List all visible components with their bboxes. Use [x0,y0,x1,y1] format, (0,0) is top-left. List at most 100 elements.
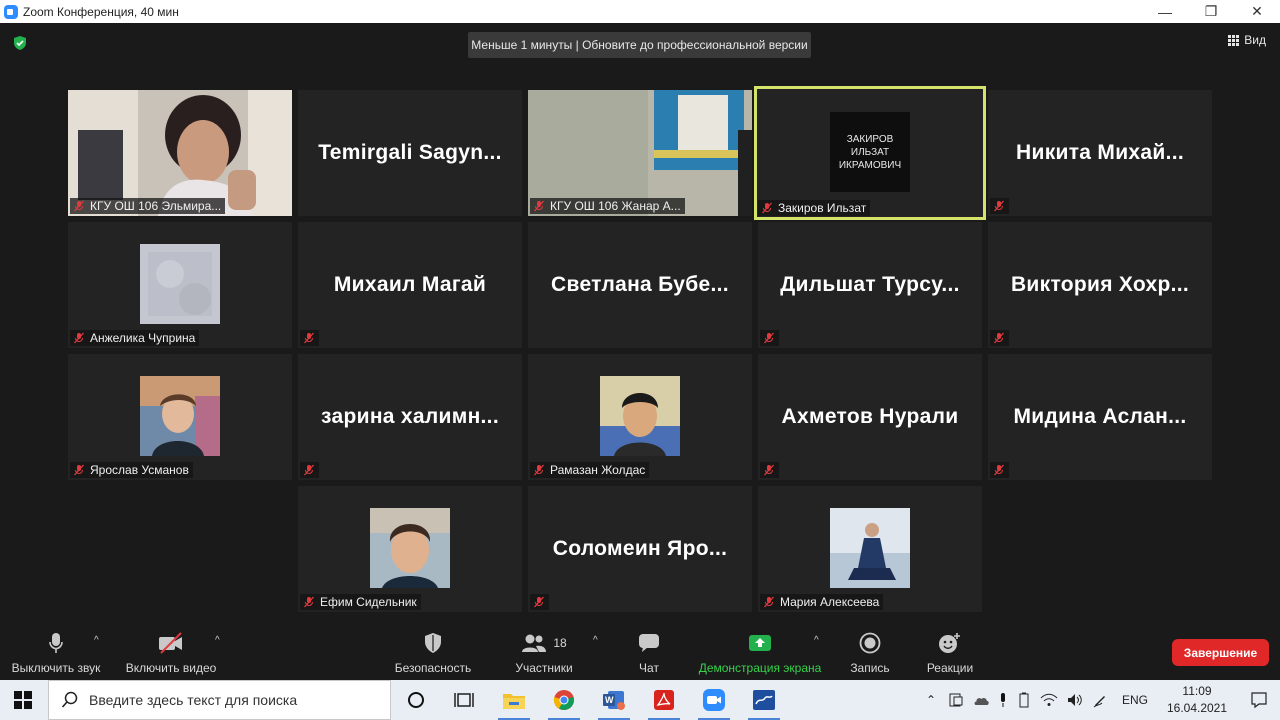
start-video-button[interactable]: Включить видео [124,625,218,680]
acrobat-icon[interactable] [642,680,686,720]
reaction-emoji-icon [939,633,960,653]
participant-name-tag [530,594,549,610]
participant-display-name: Дильшат Турсу... [780,273,960,296]
close-button[interactable]: ✕ [1234,0,1280,23]
participant-tile[interactable]: Светлана Бубе... [528,222,752,348]
word-icon[interactable]: W [592,680,636,720]
participant-name-tag: КГУ ОШ 106 Эльмира... [70,198,226,214]
participants-label: Участники [515,661,573,675]
participant-tile[interactable]: Ахметов Нурали [758,354,982,480]
reactions-button[interactable]: Реакции [924,625,976,680]
participant-tile[interactable]: Ярослав Усманов [68,354,292,480]
grid-view-icon [1228,34,1240,46]
security-button[interactable]: Безопасность [392,625,474,680]
chat-icon [639,634,659,652]
chat-button[interactable]: Чат [630,625,668,680]
mic-muted-icon [762,202,772,214]
taskbar-clock[interactable]: 11:09 16.04.2021 [1162,683,1232,717]
participant-tile[interactable]: Анжелика Чуприна [68,222,292,348]
video-label: Включить видео [125,661,217,675]
tray-expand-icon[interactable]: ⌃ [922,693,940,707]
pen-icon[interactable] [1092,692,1108,708]
participant-name-tag: КГУ ОШ 106 Жанар А... [530,198,685,214]
view-label: Вид [1244,33,1266,47]
security-shield-icon[interactable] [12,35,28,51]
volume-icon[interactable] [1066,692,1084,708]
mic-muted-icon [74,332,84,344]
participant-name: Ярослав Усманов [90,463,189,477]
share-screen-button[interactable]: Демонстрация экрана [696,625,824,680]
clock-date: 16.04.2021 [1166,701,1228,715]
participant-tile[interactable]: Дильшат Турсу... [758,222,982,348]
whiteboard-icon[interactable] [742,680,786,720]
participant-name: Мария Алексеева [780,595,880,609]
windows-start-icon[interactable] [14,691,32,709]
video-options-caret[interactable]: ^ [215,635,220,646]
onedrive-icon[interactable] [972,693,990,707]
participant-name-tag [990,462,1009,478]
participant-tile[interactable]: Виктория Хохр... [988,222,1212,348]
participant-tile[interactable]: КГУ ОШ 106 Эльмира... [68,90,292,216]
mic-muted-icon [534,596,544,608]
participant-tile[interactable]: зарина халимн... [298,354,522,480]
maximize-button[interactable]: ❐ [1188,0,1234,23]
participant-tile[interactable]: Рамазан Жолдас [528,354,752,480]
notifications-icon[interactable] [1250,691,1268,709]
mic-muted-icon [74,464,84,476]
cortana-icon[interactable] [394,680,438,720]
tray-app-icon[interactable] [948,692,964,708]
meeting-toolbar: Выключить звук ^ Включить видео ^ Безопа… [0,625,1280,680]
clock-time: 11:09 [1182,684,1212,698]
record-button[interactable]: Запись [846,625,894,680]
wifi-icon[interactable] [1040,693,1058,707]
minimize-button[interactable]: — [1142,0,1188,23]
participant-avatar [600,376,680,456]
participant-name: Анжелика Чуприна [90,331,196,345]
participant-tile[interactable]: Ефим Сидельник [298,486,522,612]
participant-tile-active-speaker[interactable]: ЗАКИРОВ ИЛЬЗАТ ИКРАМОВИЧ Закиров Ильзат [754,86,986,220]
participant-display-name: Мидина Аслан... [1013,405,1187,428]
input-language[interactable]: ENG [1122,693,1148,707]
shield-icon [425,633,441,653]
svg-text:W: W [605,695,614,705]
mic-muted-icon [74,200,84,212]
chrome-icon[interactable] [542,680,586,720]
microphone-tray-icon[interactable] [998,692,1008,708]
participant-tile[interactable]: Мария Алексеева [758,486,982,612]
participant-avatar [830,508,910,588]
mic-muted-icon [304,332,314,344]
video-off-icon [159,632,182,654]
taskbar-search[interactable]: Введите здесь текст для поиска [48,680,391,720]
participant-tile[interactable]: Михаил Магай [298,222,522,348]
zoom-app-icon[interactable] [692,680,736,720]
mic-muted-icon [764,332,774,344]
participant-name: Ефим Сидельник [320,595,417,609]
file-explorer-icon[interactable] [492,680,536,720]
share-options-caret[interactable]: ^ [814,635,819,646]
windows-taskbar: Введите здесь текст для поиска W ⌃ ENG 1… [0,680,1280,720]
participant-name-tag [300,462,319,478]
task-view-icon[interactable] [442,680,486,720]
participant-name: КГУ ОШ 106 Жанар А... [550,199,681,213]
audio-options-caret[interactable]: ^ [94,635,99,646]
participant-tile[interactable]: КГУ ОШ 106 Жанар А... [528,90,752,216]
window-controls: — ❐ ✕ [1142,0,1280,23]
end-meeting-button[interactable]: Завершение [1172,639,1269,666]
view-button[interactable]: Вид [1228,33,1266,47]
participants-button[interactable]: 18 Участники [512,625,576,680]
participant-name-tag [760,462,779,478]
participant-tile[interactable]: Никита Михай... [988,90,1212,216]
battery-icon[interactable] [1016,692,1032,708]
participant-tile[interactable]: Temirgali Sagyn... [298,90,522,216]
participant-name-tag [990,198,1009,214]
participants-options-caret[interactable]: ^ [593,635,598,646]
meeting-area: Меньше 1 минуты | Обновите до профессион… [0,23,1280,625]
participant-tile[interactable]: Мидина Аслан... [988,354,1212,480]
mute-label: Выключить звук [11,661,101,675]
participant-avatar [370,508,450,588]
meeting-time-banner[interactable]: Меньше 1 минуты | Обновите до профессион… [468,32,811,58]
participant-name-tag: Ярослав Усманов [70,462,193,478]
chat-label: Чат [639,661,659,675]
participant-tile[interactable]: Соломеин Яро... [528,486,752,612]
mute-button[interactable]: Выключить звук [10,625,102,680]
